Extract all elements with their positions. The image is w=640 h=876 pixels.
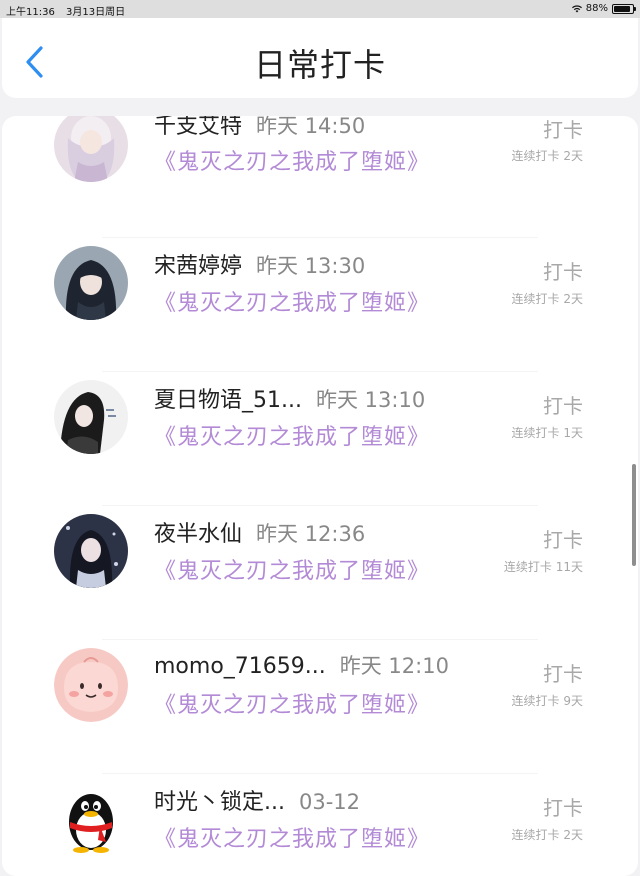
list-item[interactable]: 夜半水仙 昨天 12:36 《鬼灭之刃之我成了堕姬》 打卡 连续打卡 11天 [2,506,638,640]
avatar[interactable] [54,514,128,588]
list-item[interactable]: 夏日物语_51... 昨天 13:10 《鬼灭之刃之我成了堕姬》 打卡 连续打卡 … [2,372,638,506]
book-title[interactable]: 《鬼灭之刃之我成了堕姬》 [154,419,430,451]
user-name[interactable]: 千支艾特 [154,116,242,139]
anime-girl-white-hair-avatar [54,116,128,182]
user-name[interactable]: momo_71659... [154,654,326,679]
user-name[interactable]: 宋茜婷婷 [154,254,242,279]
pink-blob-avatar [54,648,128,722]
checkin-button[interactable]: 打卡 [543,658,583,687]
checkin-button[interactable]: 打卡 [543,256,583,285]
checkin-button[interactable]: 打卡 [543,116,583,143]
book-title[interactable]: 《鬼灭之刃之我成了堕姬》 [154,144,430,176]
item-name-line: momo_71659... 昨天 12:10 [154,650,449,680]
checkin-button[interactable]: 打卡 [543,792,583,821]
checkin-list: 千支艾特 昨天 14:50 《鬼灭之刃之我成了堕姬》 打卡 连续打卡 2天 宋茜婷… [2,116,638,876]
streak-text: 连续打卡 2天 [511,149,583,163]
avatar[interactable] [54,648,128,722]
status-left: 上午11:36 3月13日周日 [6,3,125,18]
checkin-time: 昨天 13:10 [315,388,426,412]
book-title[interactable]: 《鬼灭之刃之我成了堕姬》 [154,285,430,317]
anime-girl-night-avatar [54,514,128,588]
checkin-button[interactable]: 打卡 [543,524,583,553]
page-title: 日常打卡 [253,46,386,84]
qq-penguin-avatar [54,782,128,856]
status-date: 3月13日周日 [66,7,126,18]
book-title[interactable]: 《鬼灭之刃之我成了堕姬》 [154,821,430,853]
nav-bar: 日常打卡 [2,18,638,98]
list-item[interactable]: momo_71659... 昨天 12:10 《鬼灭之刃之我成了堕姬》 打卡 连续… [2,640,638,774]
checkin-time: 昨天 13:30 [256,254,366,278]
checkin-time: 昨天 12:10 [339,654,449,678]
item-name-line: 千支艾特 昨天 14:50 [154,116,365,140]
list-item[interactable]: 宋茜婷婷 昨天 13:30 《鬼灭之刃之我成了堕姬》 打卡 连续打卡 2天 [2,238,638,372]
user-name[interactable]: 时光丶锁定... [154,790,285,815]
avatar[interactable] [54,380,128,454]
streak-text: 连续打卡 11天 [503,560,583,574]
avatar[interactable] [54,246,128,320]
item-name-line: 时光丶锁定... 03-12 [154,784,360,816]
status-time: 上午11:36 [6,7,55,18]
user-name[interactable]: 夜半水仙 [154,522,242,547]
item-name-line: 宋茜婷婷 昨天 13:30 [154,248,365,280]
checkin-time: 昨天 12:36 [256,522,366,546]
book-title[interactable]: 《鬼灭之刃之我成了堕姬》 [154,687,430,719]
streak-text: 连续打卡 2天 [511,292,583,306]
avatar[interactable] [54,116,128,182]
status-right: 88% [571,3,636,14]
list-item[interactable]: 千支艾特 昨天 14:50 《鬼灭之刃之我成了堕姬》 打卡 连续打卡 2天 [2,116,638,238]
battery-icon [612,3,636,14]
streak-text: 连续打卡 2天 [511,828,583,842]
item-name-line: 夜半水仙 昨天 12:36 [154,516,365,548]
checkin-button[interactable]: 打卡 [543,390,583,419]
user-name[interactable]: 夏日物语_51... [154,388,302,413]
anime-girl-black-white-avatar [54,380,128,454]
anime-girl-dark-hair-avatar [54,246,128,320]
avatar[interactable] [54,782,128,856]
item-name-line: 夏日物语_51... 昨天 13:10 [154,382,425,414]
book-title[interactable]: 《鬼灭之刃之我成了堕姬》 [154,553,430,585]
checkin-time: 03-12 [298,790,361,814]
scrollbar[interactable] [632,464,636,566]
battery-percent: 88% [585,3,608,14]
wifi-icon [571,4,582,13]
status-bar: 上午11:36 3月13日周日 88% [0,0,640,18]
streak-text: 连续打卡 1天 [511,426,583,440]
checkin-time: 昨天 14:50 [256,116,366,138]
list-item[interactable]: 时光丶锁定... 03-12 《鬼灭之刃之我成了堕姬》 打卡 连续打卡 2天 [2,774,638,876]
streak-text: 连续打卡 9天 [511,694,583,708]
